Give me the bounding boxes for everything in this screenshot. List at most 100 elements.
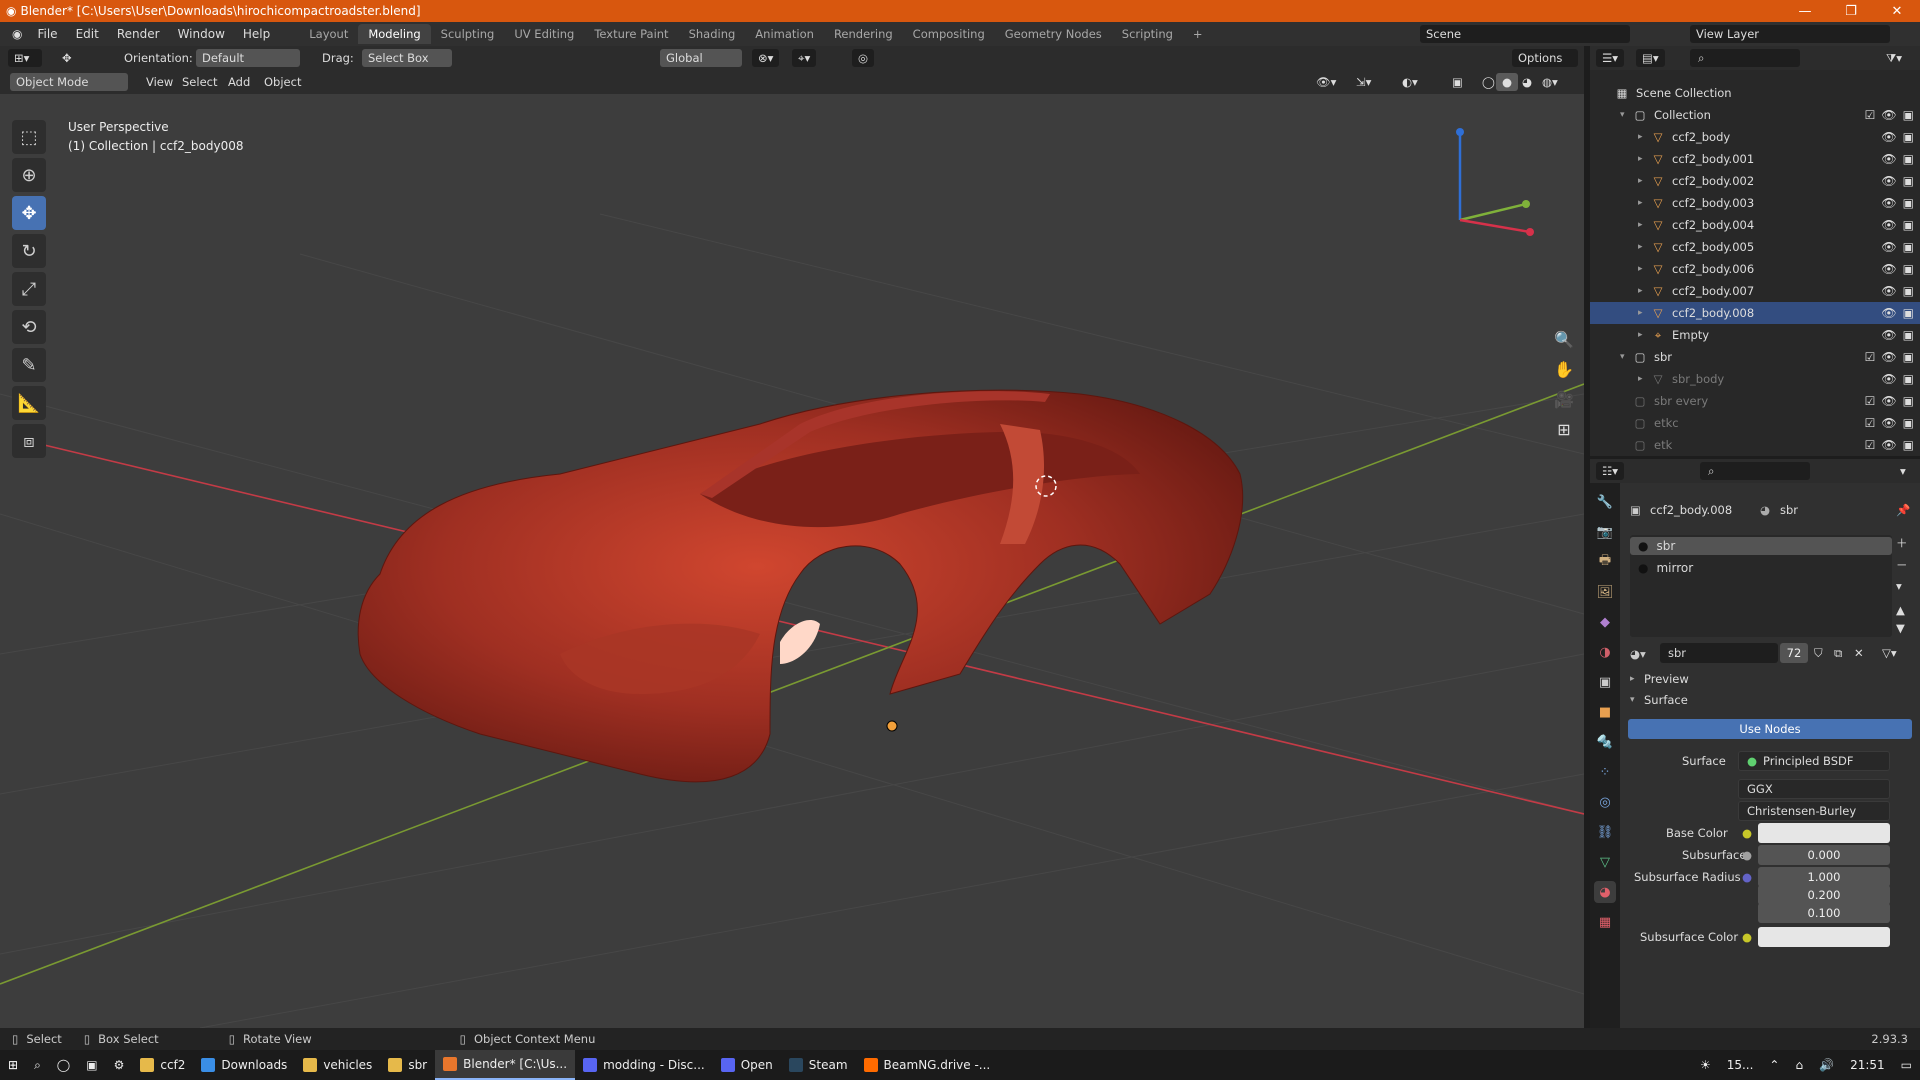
overlay-icon[interactable]: ◐▾ [1396,73,1424,91]
link-mode-icon[interactable]: ▽▾ [1882,646,1897,660]
tool-tab-icon[interactable]: 🔧 [1594,491,1616,513]
slot-item-sbr[interactable]: ● sbr [1630,537,1892,555]
properties-editor-type-icon[interactable]: ☷▾ [1596,462,1625,480]
constraints-tab-icon[interactable]: ⛓ [1594,821,1616,843]
options-dropdown[interactable]: Options [1512,49,1578,67]
use-nodes-button[interactable]: Use Nodes [1628,719,1912,739]
material-shading-icon[interactable]: ◕ [1516,73,1538,91]
solid-shading-icon[interactable]: ● [1496,73,1519,91]
view-layer-selector[interactable]: View Layer [1690,25,1890,43]
render-tab-icon[interactable]: 📷 [1594,521,1616,543]
expand-toggle-icon[interactable]: ▸ [1638,308,1650,318]
duplicate-material-icon[interactable]: ⧉ [1834,646,1842,661]
eye-icon[interactable]: 👁 [1881,416,1896,430]
visibility-icon[interactable]: 👁▾ [1310,73,1342,91]
outliner-editor-type-icon[interactable]: ☰▾ [1596,49,1625,67]
data-tab-icon[interactable]: ▽ [1594,851,1616,873]
tab-compositing[interactable]: Compositing [903,24,995,44]
outliner-row-ccf2-body-005[interactable]: ▸ ▽ ccf2_body.005 👁 ▣ [1590,236,1920,258]
material-tab-icon[interactable]: ◕ [1594,881,1616,903]
menu-add[interactable]: Add [222,73,256,91]
select-box-tool-icon[interactable]: ⬚ [12,120,46,154]
collection-tab-icon[interactable]: ▣ [1594,671,1616,693]
physics-tab-icon[interactable]: ◎ [1594,791,1616,813]
tab-sculpting[interactable]: Sculpting [431,24,505,44]
expand-toggle-icon[interactable]: ▸ [1638,198,1650,208]
camera-render-icon[interactable]: ▣ [1903,416,1914,430]
outliner-search-input[interactable]: ⌕ [1690,49,1800,67]
tray-chevron-icon[interactable]: ⌃ [1761,1050,1787,1080]
measure-tool-icon[interactable]: 📐 [12,386,46,420]
transform-orientation-dropdown[interactable]: Global [660,49,742,67]
volume-icon[interactable]: 🔊 [1811,1050,1842,1080]
eye-icon[interactable]: 👁 [1881,152,1896,166]
object-tab-icon[interactable]: ■ [1594,701,1616,723]
exclude-checkbox[interactable]: ☑ [1865,416,1876,430]
eye-icon[interactable]: 👁 [1881,306,1896,320]
camera-render-icon[interactable]: ▣ [1903,306,1914,320]
eye-icon[interactable]: 👁 [1881,196,1896,210]
expand-toggle-icon[interactable]: ▸ [1638,176,1650,186]
output-tab-icon[interactable]: 🖶 [1594,551,1616,573]
outliner-row-ccf2-body[interactable]: ▸ ▽ ccf2_body 👁 ▣ [1590,126,1920,148]
expand-toggle-icon[interactable]: ▸ [1638,374,1650,384]
menu-window[interactable]: Window [169,27,234,41]
zoom-icon[interactable]: 🔍 [1550,325,1578,353]
outliner-row-ccf2-body-004[interactable]: ▸ ▽ ccf2_body.004 👁 ▣ [1590,214,1920,236]
slot-item-mirror[interactable]: ● mirror [1630,559,1892,577]
material-browse-icon[interactable]: ◕▾ [1630,647,1646,661]
tab-layout[interactable]: Layout [299,24,358,44]
tab-geometry-nodes[interactable]: Geometry Nodes [995,24,1112,44]
subsurface-color-swatch[interactable] [1758,927,1890,947]
outliner-row-etkc[interactable]: ▢ etkc ☑ 👁 ▣ [1590,412,1920,434]
expand-toggle-icon[interactable]: ▸ [1638,132,1650,142]
exclude-checkbox[interactable]: ☑ [1865,350,1876,364]
outliner-row-ccf2-body-006[interactable]: ▸ ▽ ccf2_body.006 👁 ▣ [1590,258,1920,280]
exclude-checkbox[interactable]: ☑ [1865,438,1876,452]
menu-render[interactable]: Render [108,27,169,41]
camera-render-icon[interactable]: ▣ [1903,108,1914,122]
camera-view-icon[interactable]: 🎥 [1550,385,1578,413]
car-body-mesh[interactable] [357,389,1244,783]
camera-render-icon[interactable]: ▣ [1903,174,1914,188]
weather-icon[interactable]: ☀ [1692,1050,1719,1080]
tab-shading[interactable]: Shading [679,24,746,44]
snap-icon[interactable]: ⌖▾ [792,49,817,67]
particles-tab-icon[interactable]: ⁘ [1594,761,1616,783]
user-count-badge[interactable]: 72 [1780,643,1808,663]
eye-icon[interactable]: 👁 [1881,108,1896,122]
proportional-edit-icon[interactable]: ◎ [852,49,875,67]
camera-render-icon[interactable]: ▣ [1903,218,1914,232]
camera-render-icon[interactable]: ▣ [1903,350,1914,364]
transform-tool-icon[interactable]: ⟲ [12,310,46,344]
expand-toggle-icon[interactable]: ▾ [1620,352,1632,362]
tab-uv-editing[interactable]: UV Editing [504,24,584,44]
cortana-icon[interactable]: ◯ [49,1050,78,1080]
add-cube-tool-icon[interactable]: ⧈ [12,424,46,458]
annotate-tool-icon[interactable]: ✎ [12,348,46,382]
navigation-gizmo[interactable] [1440,120,1570,240]
camera-render-icon[interactable]: ▣ [1903,372,1914,386]
camera-render-icon[interactable]: ▣ [1903,328,1914,342]
taskbar-app-2[interactable]: vehicles [295,1050,380,1080]
eye-icon[interactable]: 👁 [1881,218,1896,232]
outliner-row-empty[interactable]: ▸ ⌖ Empty 👁 ▣ [1590,324,1920,346]
tab-texture-paint[interactable]: Texture Paint [584,24,678,44]
eye-icon[interactable]: 👁 [1881,130,1896,144]
task-view-icon[interactable]: ▣ [78,1050,105,1080]
tab-animation[interactable]: Animation [745,24,824,44]
scene-collection-row[interactable]: ▦ Scene Collection [1590,82,1920,104]
subsurface-radius-x[interactable]: 1.000 [1758,867,1890,887]
move-down-icon[interactable]: ▼ [1896,621,1905,635]
outliner-row-ccf2-body-002[interactable]: ▸ ▽ ccf2_body.002 👁 ▣ [1590,170,1920,192]
pan-hand-icon[interactable]: ✋ [1550,355,1578,383]
xray-icon[interactable]: ▣ [1446,73,1469,91]
menu-view[interactable]: View [140,73,179,91]
camera-render-icon[interactable]: ▣ [1903,394,1914,408]
scene-tab-icon[interactable]: ◆ [1594,611,1616,633]
taskbar-app-3[interactable]: sbr [380,1050,435,1080]
taskbar-app-1[interactable]: Downloads [193,1050,295,1080]
ortho-grid-icon[interactable]: ⊞ [1550,415,1578,443]
taskbar-app-0[interactable]: ccf2 [132,1050,193,1080]
outliner-row-sbr-body[interactable]: ▸ ▽ sbr_body 👁 ▣ [1590,368,1920,390]
